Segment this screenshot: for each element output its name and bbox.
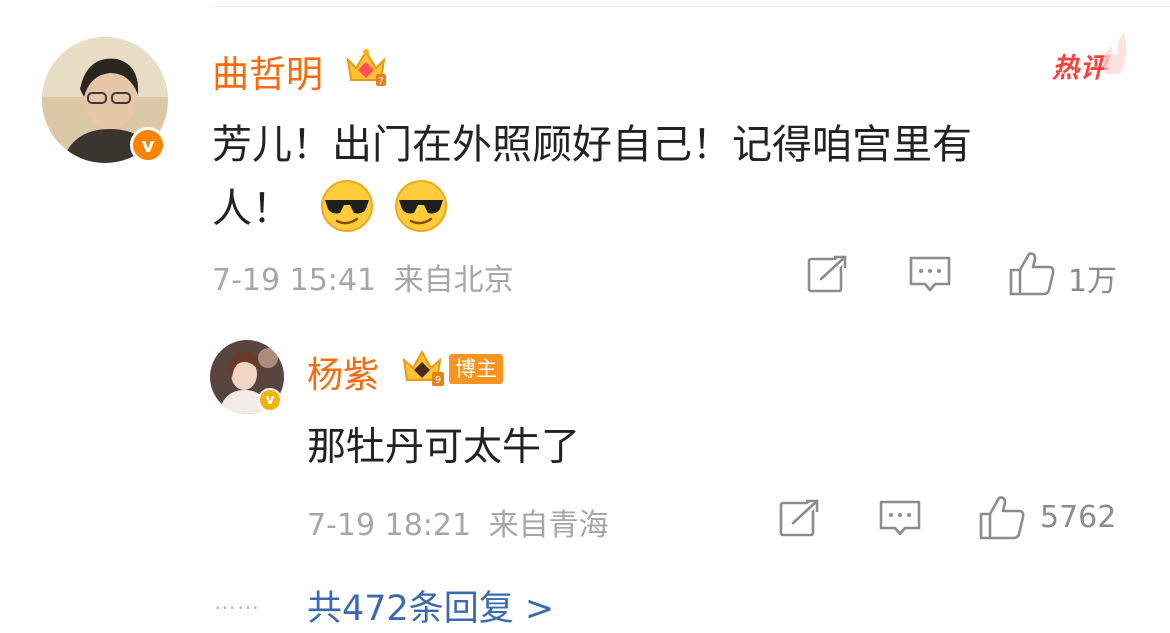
crown-icon: 7 bbox=[344, 44, 388, 88]
divider bbox=[210, 6, 1170, 7]
comment-text-line-1: 芳儿！出门在外照顾好自己！记得咱宫里有 bbox=[212, 122, 972, 168]
comment-username[interactable]: 曲哲明 bbox=[212, 44, 323, 98]
repost-icon[interactable] bbox=[806, 253, 850, 298]
svg-text:9: 9 bbox=[435, 375, 441, 386]
reply-text: 那牡丹可太牛了 bbox=[307, 425, 581, 470]
comment-icon[interactable] bbox=[878, 498, 922, 544]
verified-badge-icon: v bbox=[258, 388, 282, 412]
comment-thread: v 曲哲明 7 热评 芳儿！出门在外照顾好自己！记得咱宫里有 人！ 7-19 1… bbox=[0, 0, 1170, 633]
like-count: 1万 bbox=[1068, 264, 1118, 299]
comment-text-line-2: 人！ bbox=[212, 176, 449, 244]
crown-icon: 9 bbox=[400, 348, 452, 388]
reply-location: 来自青海 bbox=[488, 508, 609, 543]
verified-badge-icon: v bbox=[130, 127, 166, 163]
more-dots: …… bbox=[214, 590, 260, 615]
reply-meta: 7-19 18:21 来自青海 bbox=[307, 500, 609, 544]
comment-icon[interactable] bbox=[908, 254, 952, 300]
comment-meta: 7-19 15:41 来自北京 bbox=[212, 255, 514, 299]
like-count: 5762 bbox=[1040, 500, 1117, 535]
like-icon[interactable] bbox=[978, 494, 1026, 544]
hot-flame-icon bbox=[1096, 26, 1130, 76]
avatar[interactable]: v bbox=[42, 37, 168, 163]
view-replies-link[interactable]: 共472条回复 > bbox=[307, 580, 554, 631]
svg-text:7: 7 bbox=[378, 77, 384, 87]
blogger-tag: 博主 bbox=[449, 354, 503, 384]
comment-text-tail: 人！ bbox=[212, 186, 292, 232]
like-icon[interactable] bbox=[1008, 250, 1056, 300]
sunglasses-emoji-icon bbox=[319, 178, 375, 244]
comment-time: 7-19 15:41 bbox=[212, 263, 377, 298]
reply-username[interactable]: 杨紫 bbox=[307, 346, 379, 398]
repost-icon[interactable] bbox=[778, 497, 822, 542]
comment-location: 来自北京 bbox=[393, 263, 514, 298]
sunglasses-emoji-icon bbox=[393, 178, 449, 244]
reply-time: 7-19 18:21 bbox=[307, 508, 472, 543]
reply-avatar[interactable]: v bbox=[210, 340, 284, 414]
